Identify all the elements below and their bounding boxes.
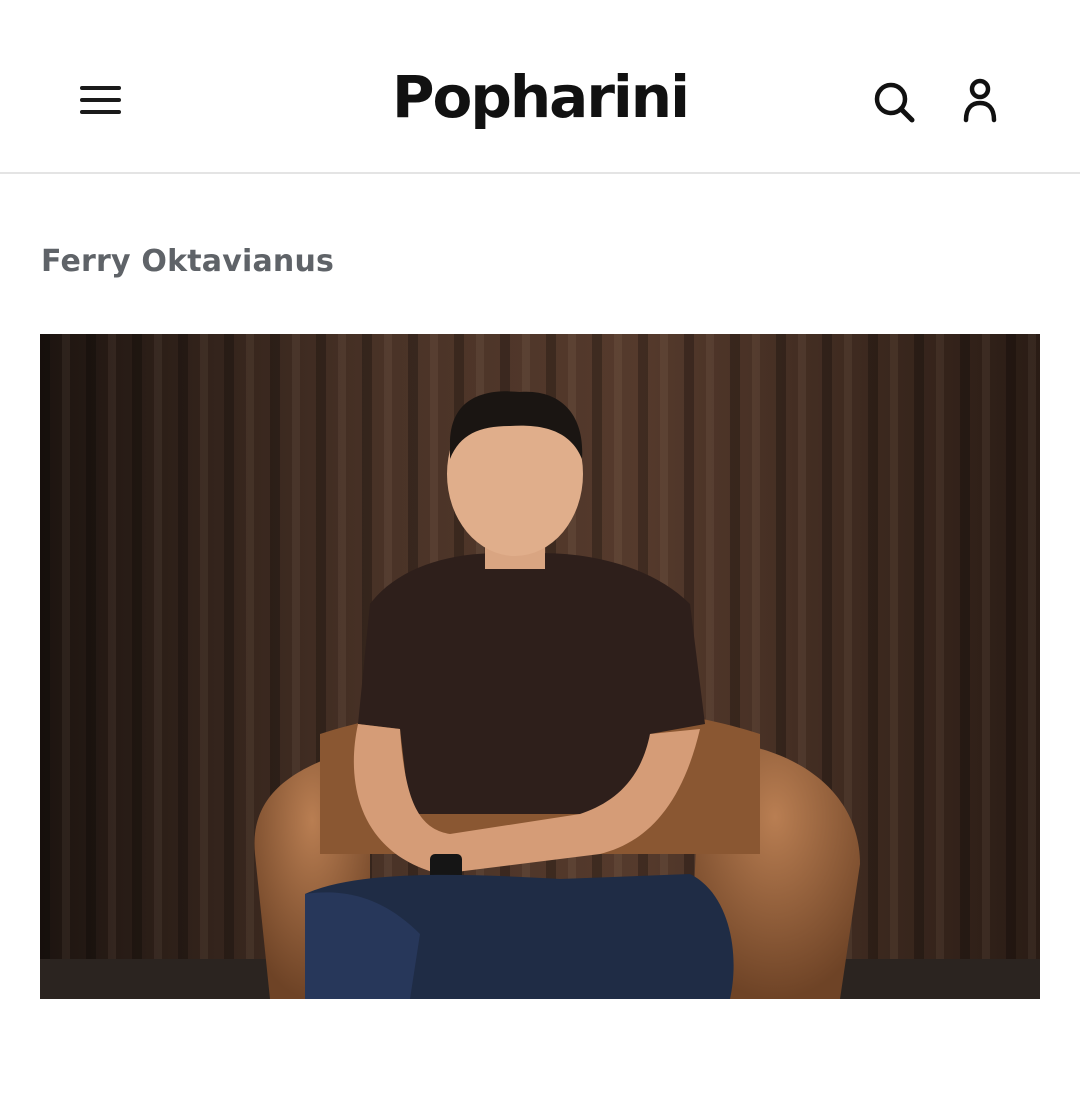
site-logo[interactable]: Popharini: [380, 54, 700, 140]
portrait-illustration: [40, 334, 1040, 999]
hamburger-menu-icon[interactable]: [76, 82, 126, 122]
user-account-icon[interactable]: [954, 74, 1006, 130]
page: Popharini Ferry Oktavianus: [0, 0, 1080, 1114]
article-hero-image: [40, 334, 1040, 999]
site-header: Popharini: [0, 0, 1080, 174]
search-icon[interactable]: [868, 76, 920, 128]
author-name[interactable]: Ferry Oktavianus: [41, 244, 334, 279]
